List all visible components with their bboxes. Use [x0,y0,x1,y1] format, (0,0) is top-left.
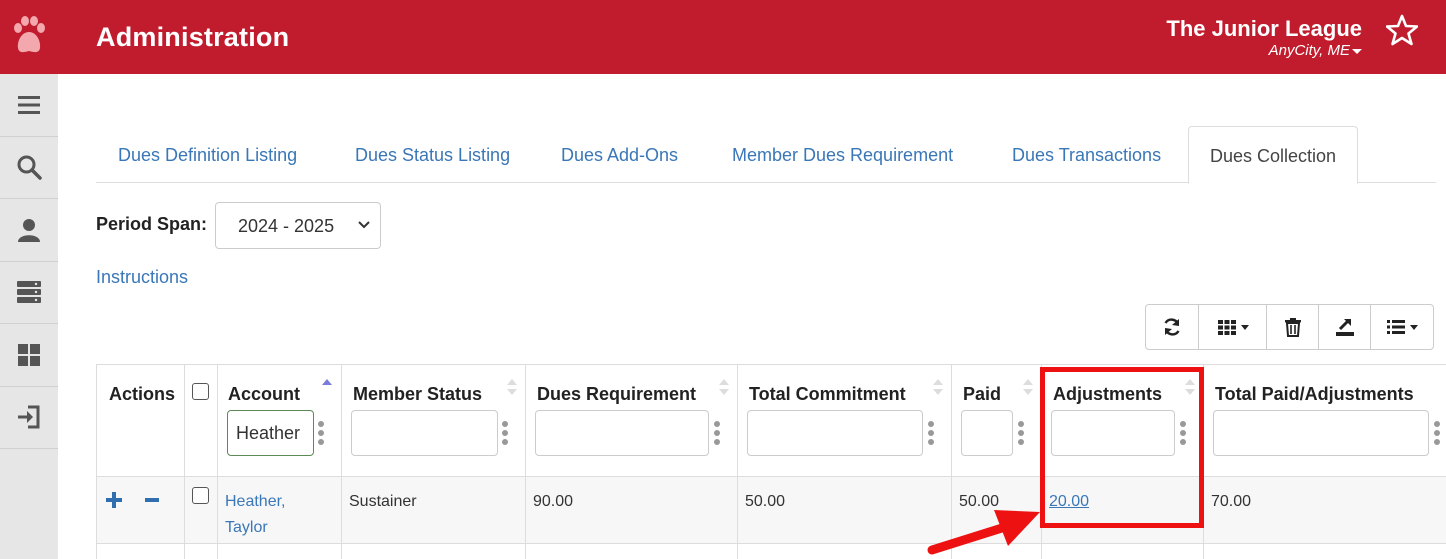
total-commitment-cell: 50.00 [745,493,786,510]
dues-requirement-filter-input[interactable] [535,410,709,456]
sidebar-item-menu[interactable] [0,74,58,137]
adjustments-highlight-box [1040,367,1204,528]
menu-icon [18,95,40,114]
account-first-name[interactable]: Taylor [225,515,285,541]
sidebar [0,74,58,559]
total-paid-adjustments-cell: 70.00 [1211,493,1252,510]
refresh-button[interactable] [1146,305,1199,349]
column-menu-icon[interactable] [927,420,935,446]
sort-icon[interactable] [933,377,943,397]
period-span-value: 2024 - 2025 [238,216,335,236]
annotation-arrow-icon [927,510,1040,555]
account-filter-input[interactable] [227,410,314,456]
export-button[interactable] [1319,305,1371,349]
delete-button[interactable] [1267,305,1319,349]
tab-dues-collection[interactable]: Dues Collection [1188,126,1359,184]
total-paid-adjustments-filter-input[interactable] [1213,410,1429,456]
tab-dues-transactions[interactable]: Dues Transactions [1012,126,1161,183]
org-city-dropdown[interactable]: AnyCity, ME [1166,42,1362,60]
trash-icon [1284,318,1301,337]
member-status-filter-input[interactable] [351,410,498,456]
account-last-name[interactable]: Heather, [225,489,285,515]
sidebar-item-search[interactable] [0,137,58,199]
column-menu-icon[interactable] [317,420,325,446]
list-view-button[interactable] [1371,305,1433,349]
list-icon [1387,320,1405,334]
column-menu-icon[interactable] [501,420,509,446]
export-icon [1335,318,1354,336]
sort-icon[interactable] [1023,377,1033,397]
tab-dues-status-listing[interactable]: Dues Status Listing [355,126,510,183]
caret-down-icon [1240,324,1249,330]
sidebar-item-sign-out[interactable] [0,387,58,449]
sort-asc-icon[interactable] [322,377,332,397]
sidebar-item-dashboard[interactable] [0,324,58,387]
star-icon[interactable] [1386,14,1418,46]
tab-dues-definition-listing[interactable]: Dues Definition Listing [118,126,297,183]
column-header-account[interactable]: Account [228,384,300,405]
column-header-actions: Actions [109,384,176,404]
column-header-total-paid-adjustments[interactable]: Total Paid/Adjustments [1215,384,1414,405]
add-icon[interactable] [105,491,123,509]
row-checkbox[interactable] [192,487,209,504]
select-all-checkbox[interactable] [192,383,209,400]
period-span-label: Period Span: [96,214,208,234]
top-bar: Administration The Junior League AnyCity… [0,0,1446,74]
sidebar-item-user[interactable] [0,199,58,262]
period-span-select[interactable]: 2024 - 2025 [215,202,381,249]
column-menu-icon[interactable] [713,420,721,446]
remove-icon[interactable] [144,491,160,509]
member-status-cell: Sustainer [349,493,417,510]
sign-out-icon [18,405,40,429]
org-switcher[interactable]: The Junior League AnyCity, ME [1166,16,1362,60]
columns-button[interactable] [1199,305,1267,349]
org-name: The Junior League [1166,16,1362,41]
column-header-total-commitment[interactable]: Total Commitment [749,384,906,405]
dues-requirement-cell: 90.00 [533,493,574,510]
table-toolbar [1145,304,1434,350]
org-city-label: AnyCity, ME [1268,42,1350,59]
caret-down-icon [1410,324,1418,330]
instructions-link[interactable]: Instructions [96,267,188,288]
column-header-paid[interactable]: Paid [963,384,1001,405]
user-icon [18,218,40,242]
total-commitment-filter-input[interactable] [747,410,923,456]
tab-bar: Dues Definition Listing Dues Status List… [96,126,1436,184]
tab-dues-add-ons[interactable]: Dues Add-Ons [561,126,678,183]
column-header-member-status[interactable]: Member Status [353,384,482,405]
column-menu-icon[interactable] [1433,420,1441,446]
sort-icon[interactable] [507,377,517,397]
columns-icon [1217,320,1236,335]
tab-member-dues-requirement[interactable]: Member Dues Requirement [732,126,953,183]
server-icon [17,281,41,304]
sort-icon[interactable] [719,377,729,397]
column-menu-icon[interactable] [1017,420,1025,446]
paw-logo-icon [14,16,45,53]
refresh-icon [1164,318,1180,336]
chevron-down-icon [358,221,370,229]
search-icon [17,155,42,180]
column-header-dues-requirement[interactable]: Dues Requirement [537,384,696,405]
sidebar-item-server[interactable] [0,262,58,324]
account-name-link[interactable]: Heather, Taylor [225,489,285,541]
paid-filter-input[interactable] [961,410,1013,456]
app-title: Administration [96,22,290,52]
caret-down-icon [1352,48,1362,54]
dues-collection-table: Actions Account Member Status Dues Requi… [96,364,1446,559]
dashboard-icon [18,343,40,366]
